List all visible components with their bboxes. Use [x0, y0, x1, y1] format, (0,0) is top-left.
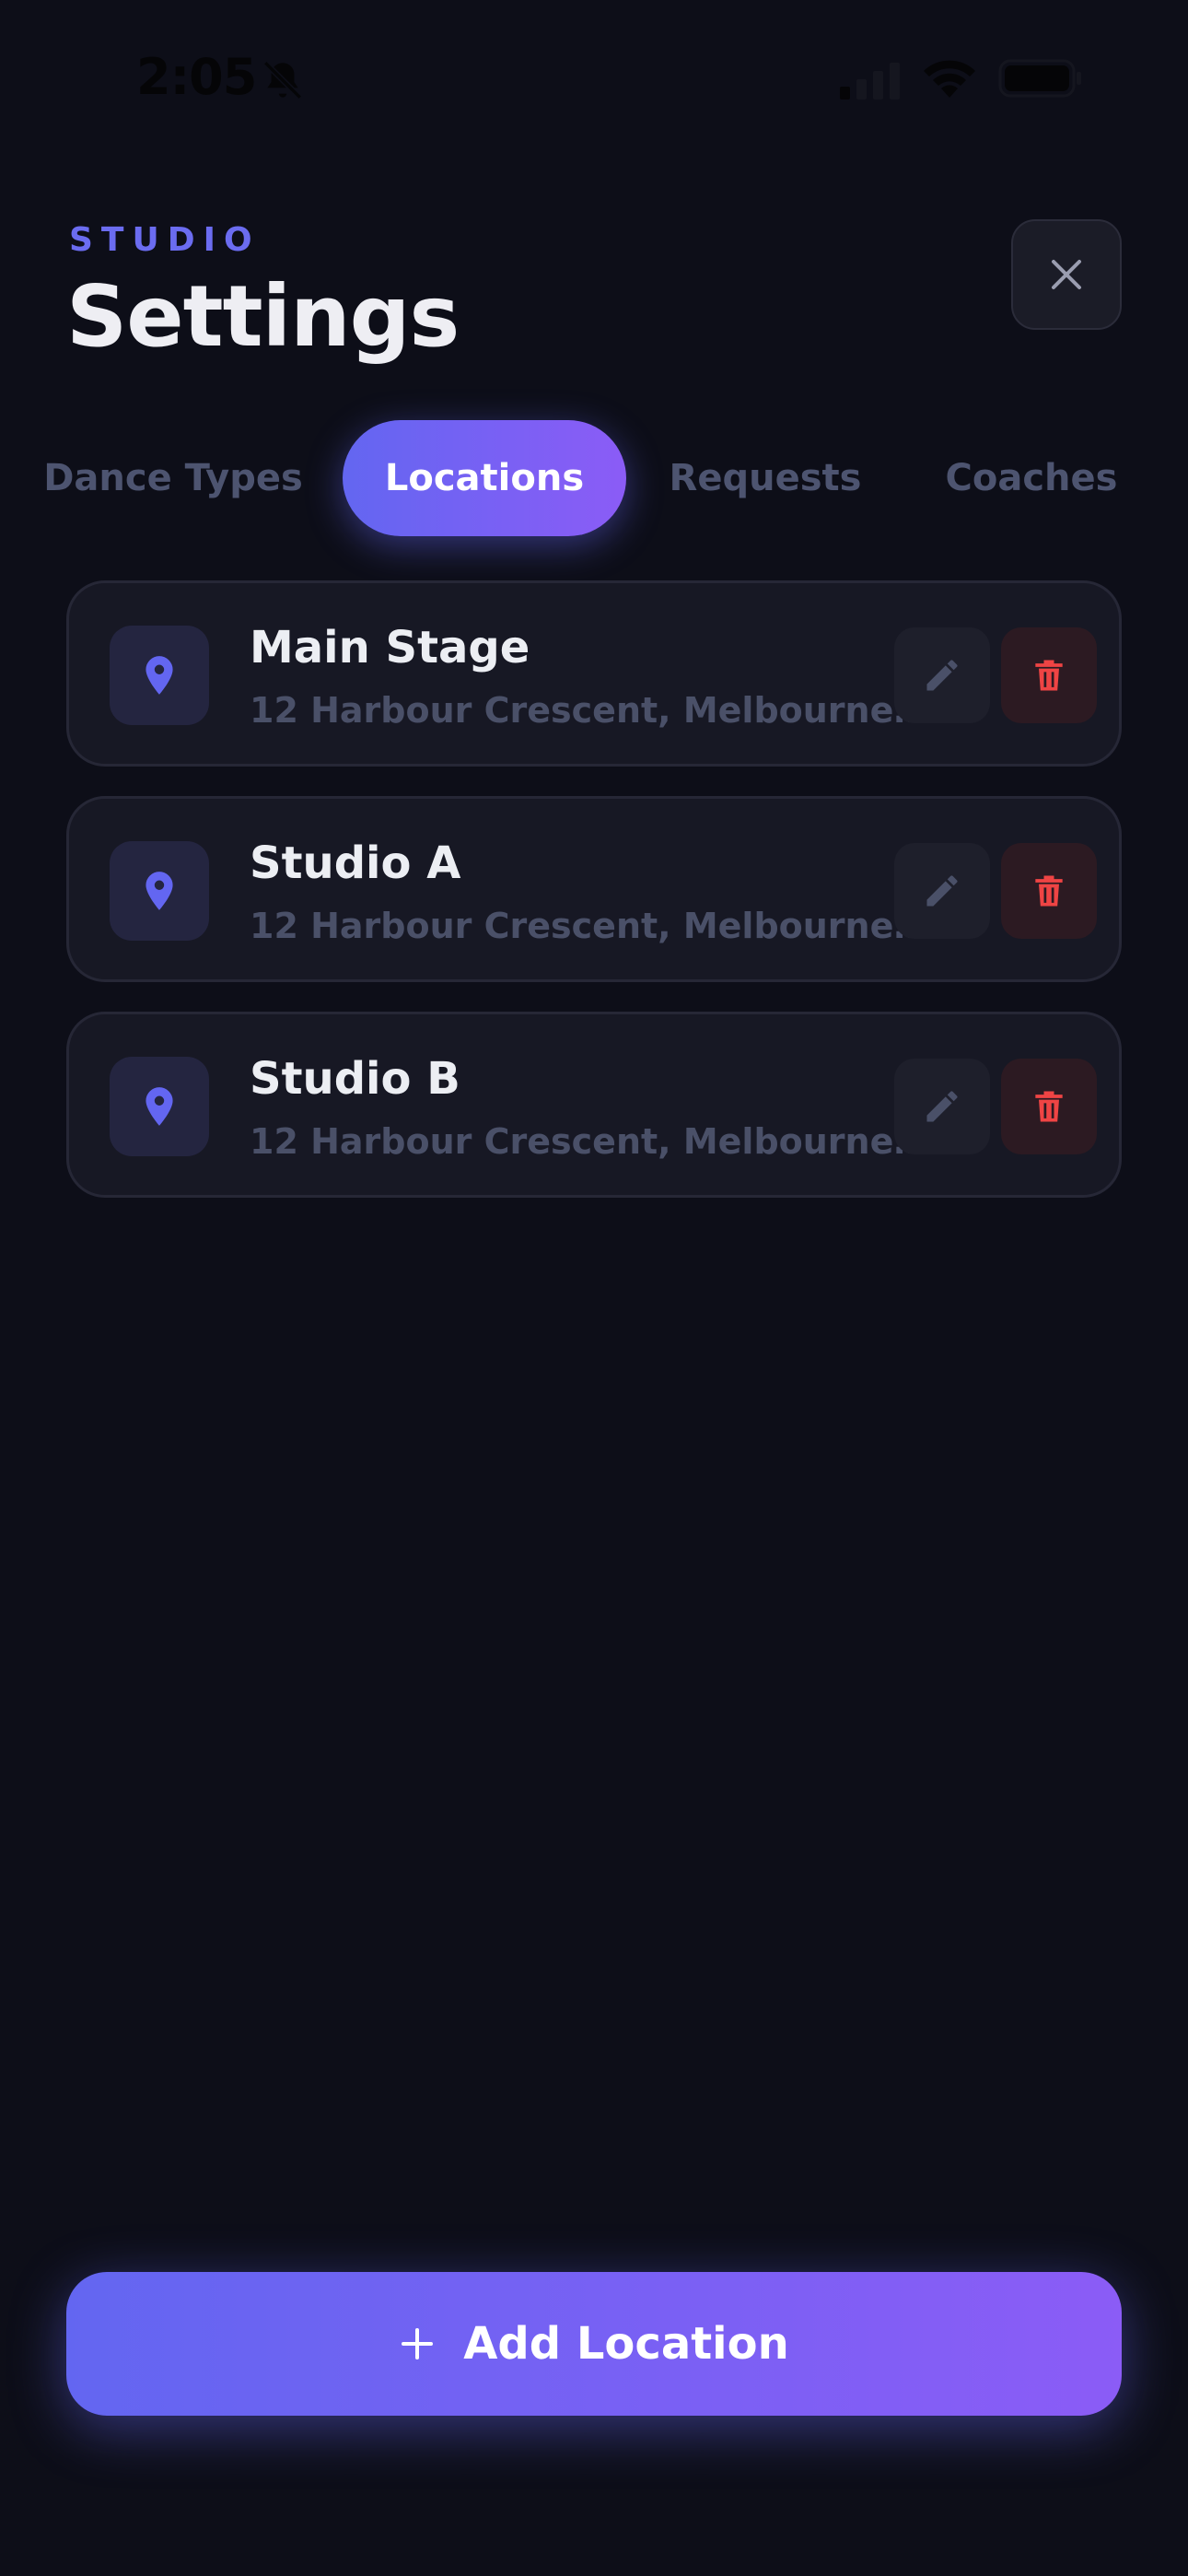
location-name: Main Stage — [250, 622, 530, 673]
location-pin-badge — [110, 841, 209, 941]
plus-icon — [402, 2328, 434, 2359]
location-card[interactable]: Studio A 12 Harbour Crescent, Melbourne … — [66, 796, 1122, 982]
pencil-icon — [926, 1091, 958, 1122]
cellular-signal-icon — [840, 63, 900, 100]
location-address: 12 Harbour Crescent, Melbourne VIC 3000 — [250, 690, 940, 731]
location-card[interactable]: Main Stage 12 Harbour Crescent, Melbourn… — [66, 580, 1122, 767]
location-pin-badge — [110, 626, 209, 725]
delete-location-button[interactable] — [1001, 627, 1097, 723]
location-address: 12 Harbour Crescent, Melbourne VIC 3000 — [250, 1121, 940, 1162]
location-card[interactable]: Studio B 12 Harbour Crescent, Melbourne … — [66, 1012, 1122, 1198]
close-icon — [1052, 260, 1081, 289]
location-name: Studio A — [250, 837, 461, 889]
battery-icon — [998, 59, 1081, 98]
section-overline: STUDIO — [69, 221, 261, 259]
tab-requests[interactable]: Requests — [659, 420, 871, 536]
close-button[interactable] — [1011, 219, 1122, 330]
tab-locations[interactable]: Locations — [343, 420, 626, 536]
edit-location-button[interactable] — [894, 843, 990, 939]
map-pin-icon — [146, 1087, 173, 1126]
add-location-button[interactable]: Add Location — [66, 2272, 1122, 2416]
pencil-icon — [926, 875, 958, 907]
status-bar: 2:05 — [0, 0, 1188, 157]
trash-icon — [1035, 875, 1063, 907]
add-location-label: Add Location — [463, 2318, 789, 2370]
edit-location-button[interactable] — [894, 627, 990, 723]
wifi-icon — [924, 60, 975, 98]
edit-location-button[interactable] — [894, 1059, 990, 1154]
map-pin-icon — [146, 656, 173, 695]
location-name: Studio B — [250, 1053, 460, 1105]
pencil-icon — [926, 660, 958, 691]
status-time: 2:05 — [136, 48, 257, 106]
settings-tabs: Dance Types Locations Requests Coaches — [0, 420, 1188, 536]
tab-coaches[interactable]: Coaches — [939, 420, 1124, 536]
delete-location-button[interactable] — [1001, 1059, 1097, 1154]
delete-location-button[interactable] — [1001, 843, 1097, 939]
trash-icon — [1035, 1091, 1063, 1122]
tab-dance-types[interactable]: Dance Types — [37, 420, 309, 536]
location-address: 12 Harbour Crescent, Melbourne VIC 3000 — [250, 906, 940, 946]
location-pin-badge — [110, 1057, 209, 1156]
settings-screen: 2:05 STUDIO Settings Dance Types Locatio… — [0, 0, 1188, 2576]
map-pin-icon — [146, 872, 173, 910]
bell-muted-icon — [263, 61, 302, 100]
page-title: Settings — [66, 267, 460, 366]
trash-icon — [1035, 660, 1063, 691]
